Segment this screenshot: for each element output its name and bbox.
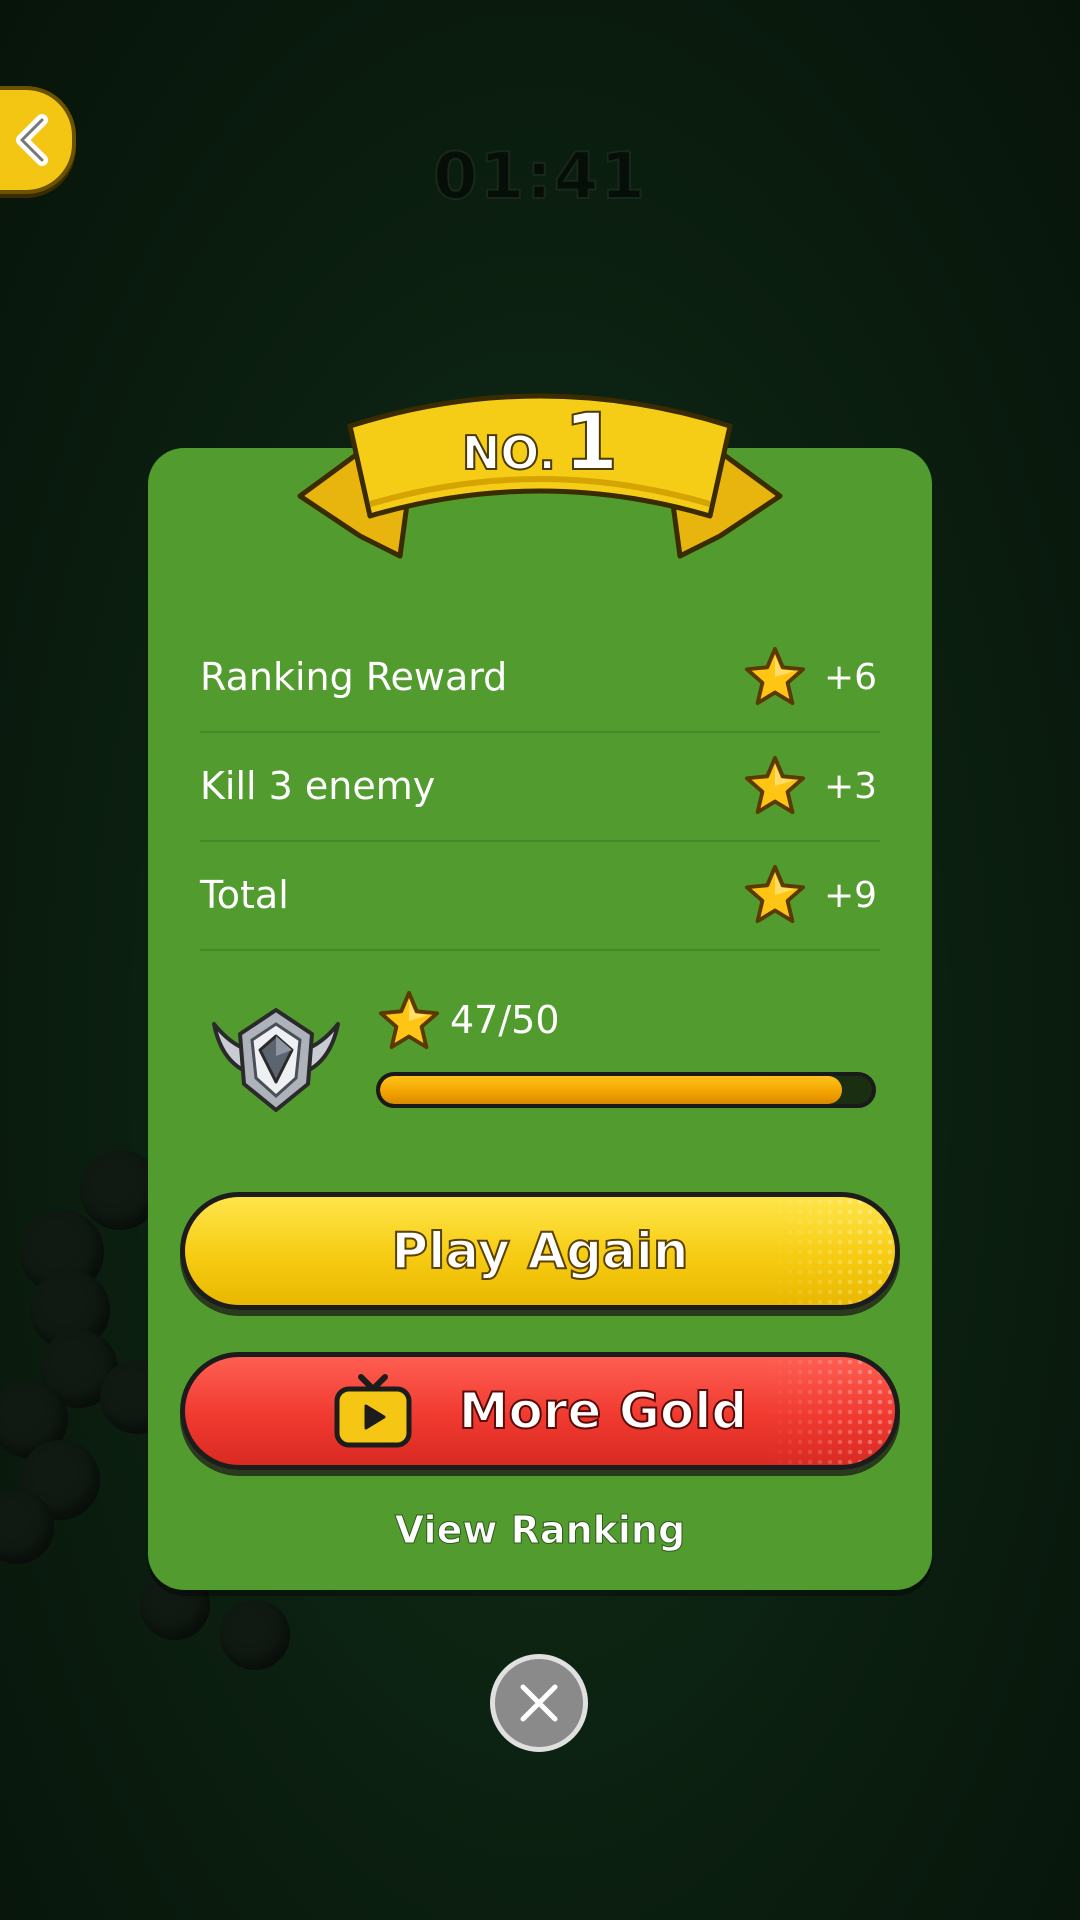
reward-value: +9 xyxy=(824,874,878,916)
reward-label: Ranking Reward xyxy=(200,655,508,699)
star-icon xyxy=(744,755,806,815)
background-snake-segment xyxy=(220,1600,290,1670)
more-gold-button[interactable]: More Gold xyxy=(180,1352,900,1470)
star-icon xyxy=(744,646,806,706)
progress-bar xyxy=(376,1072,876,1108)
star-icon xyxy=(744,864,806,924)
button-texture xyxy=(765,1357,895,1465)
reward-row-total: Total +9 xyxy=(200,841,880,951)
close-button[interactable] xyxy=(490,1654,588,1752)
reward-value: +6 xyxy=(824,656,878,698)
progress-text: 47/50 xyxy=(450,998,560,1042)
rank-label: NO. 1 xyxy=(0,397,1080,489)
reward-row-kills: Kill 3 enemy +3 xyxy=(200,732,880,842)
match-timer: 01:41 xyxy=(432,139,647,215)
reward-row-ranking: Ranking Reward +6 xyxy=(200,623,880,733)
more-gold-label: More Gold xyxy=(458,1381,748,1441)
tv-play-icon xyxy=(334,1374,412,1448)
button-texture xyxy=(765,1197,895,1305)
play-again-button[interactable]: Play Again xyxy=(180,1192,900,1310)
play-again-label: Play Again xyxy=(391,1221,690,1281)
game-result-screen: 01:41 NO. 1 Ranking Reward +6 Kill 3 enem… xyxy=(0,0,1080,1920)
view-ranking-link[interactable]: View Ranking xyxy=(0,1508,1080,1553)
star-icon xyxy=(378,990,440,1050)
rank-prefix: NO. xyxy=(461,425,557,481)
reward-label: Kill 3 enemy xyxy=(200,764,436,808)
close-icon xyxy=(520,1684,558,1722)
rank-number: 1 xyxy=(563,397,619,489)
rank-badge-icon xyxy=(212,1008,340,1112)
progress-fill xyxy=(380,1076,843,1104)
reward-label: Total xyxy=(200,873,289,917)
reward-value: +3 xyxy=(824,765,878,807)
